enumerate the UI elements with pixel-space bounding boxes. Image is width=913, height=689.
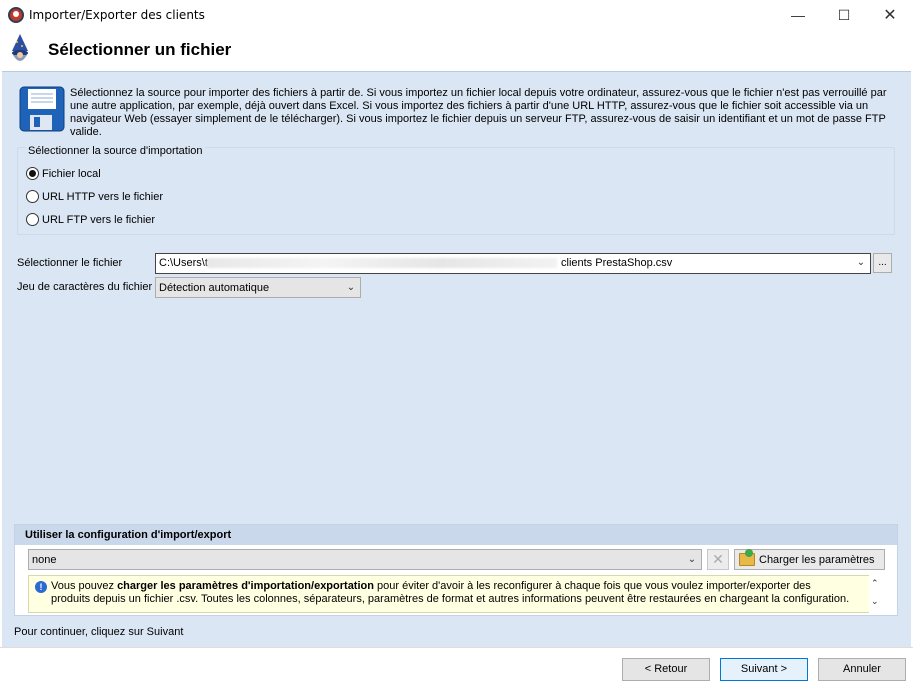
config-panel: Utiliser la configuration d'import/expor… <box>14 524 898 616</box>
browse-button[interactable]: ... <box>873 253 892 273</box>
main-panel: Sélectionnez la source pour importer des… <box>2 71 911 647</box>
config-select[interactable]: none ⌄ <box>28 549 702 570</box>
page-title: Sélectionner un fichier <box>48 40 232 59</box>
config-value: none <box>32 554 57 566</box>
file-path-suffix: clients PrestaShop.csv <box>561 257 673 269</box>
info-text-prefix: Vous pouvez <box>51 580 118 592</box>
file-path-prefix: C:\Users\t <box>159 257 208 269</box>
open-folder-icon <box>739 549 755 566</box>
charset-label: Jeu de caractères du fichier <box>17 281 153 293</box>
radio-http-url[interactable]: URL HTTP vers le fichier <box>26 190 163 203</box>
next-button[interactable]: Suivant > <box>720 658 808 681</box>
radio-label: URL FTP vers le fichier <box>42 213 156 226</box>
radio-button[interactable] <box>26 190 39 203</box>
chevron-down-icon[interactable]: ⌄ <box>855 257 867 269</box>
continue-hint: Pour continuer, cliquez sur Suivant <box>14 626 184 638</box>
intro-text: Sélectionnez la source pour importer des… <box>70 87 887 138</box>
info-icon: ! <box>35 581 47 593</box>
app-icon <box>8 7 24 23</box>
charset-value: Détection automatique <box>159 282 270 294</box>
cancel-button[interactable]: Annuler <box>818 658 906 681</box>
config-header: Utiliser la configuration d'import/expor… <box>15 525 897 545</box>
file-path-combobox[interactable]: C:\Users\t clients PrestaShop.csv ⌄ <box>155 253 871 274</box>
minimize-button[interactable]: — <box>775 0 821 30</box>
info-text: Vous pouvez charger les paramètres d'imp… <box>51 580 851 606</box>
wizard-icon <box>12 34 28 61</box>
radio-button[interactable] <box>26 213 39 226</box>
chevron-down-icon[interactable]: ⌄ <box>686 554 698 566</box>
radio-local-file[interactable]: Fichier local <box>26 167 101 180</box>
info-scrollbar[interactable]: ⌃ ⌄ <box>869 575 883 613</box>
charset-select[interactable]: Détection automatique ⌄ <box>155 277 361 298</box>
window-title: Importer/Exporter des clients <box>29 8 205 22</box>
radio-ftp-url[interactable]: URL FTP vers le fichier <box>26 213 155 226</box>
source-group-legend: Sélectionner la source d'importation <box>26 145 205 157</box>
scroll-down-icon[interactable]: ⌄ <box>871 596 879 607</box>
close-button[interactable]: ✕ <box>867 0 913 30</box>
radio-label: URL HTTP vers le fichier <box>42 190 164 203</box>
footer: < Retour Suivant > Annuler <box>0 647 913 689</box>
title-bar: Importer/Exporter des clients — ☐ ✕ <box>0 0 913 30</box>
clear-config-button[interactable]: ✕ <box>707 549 729 570</box>
radio-label: Fichier local <box>42 167 101 180</box>
redacted-path <box>207 258 557 269</box>
info-text-bold: charger les paramètres d'importation/exp… <box>117 580 374 592</box>
info-box: ! Vous pouvez charger les paramètres d'i… <box>28 575 882 613</box>
chevron-down-icon[interactable]: ⌄ <box>345 282 357 294</box>
maximize-button[interactable]: ☐ <box>821 0 867 30</box>
wizard-header: Sélectionner un fichier <box>0 30 913 68</box>
radio-button[interactable] <box>26 167 39 180</box>
floppy-disk-icon <box>19 86 65 132</box>
back-button[interactable]: < Retour <box>622 658 710 681</box>
file-label: Sélectionner le fichier <box>17 257 123 269</box>
load-settings-label: Charger les paramètres <box>759 553 875 566</box>
load-settings-button[interactable]: Charger les paramètres <box>734 549 885 570</box>
scroll-up-icon[interactable]: ⌃ <box>871 578 879 589</box>
